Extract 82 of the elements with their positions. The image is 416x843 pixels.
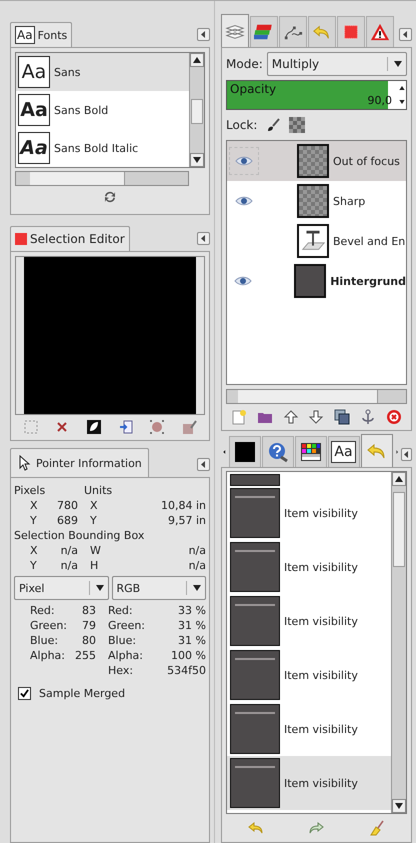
- font-preview: Aa: [18, 94, 50, 126]
- axis-label: W: [90, 544, 101, 557]
- value-text: n/a: [188, 544, 206, 557]
- layer-row[interactable]: Sharp: [227, 181, 406, 221]
- layer-name: Hintergrund: [330, 274, 406, 288]
- tab-label: Pointer Information: [36, 456, 142, 470]
- undo-label: Item visibility: [284, 506, 358, 520]
- value-text: n/a: [60, 544, 78, 557]
- value-text: n/a: [60, 559, 78, 572]
- undo-item[interactable]: Item visibility: [227, 702, 391, 756]
- layer-row[interactable]: Bevel and En: [227, 221, 406, 261]
- value-text: 31 %: [177, 619, 206, 632]
- undo-item[interactable]: Item visibility: [227, 756, 391, 810]
- value-text: 80: [81, 634, 96, 647]
- undo-item[interactable]: Item visibility: [227, 486, 391, 540]
- undo-label: Item visibility: [284, 776, 358, 790]
- font-preview: Aa: [18, 56, 50, 88]
- mode-dropdown[interactable]: RGB: [112, 576, 206, 600]
- axis-label: X: [90, 499, 98, 512]
- value-text: 780: [57, 499, 78, 512]
- undo-item[interactable]: Item visibility: [227, 540, 391, 594]
- axis-label: Y: [90, 514, 97, 527]
- channel-label: Green:: [108, 619, 146, 632]
- channel-label: Red:: [30, 604, 56, 617]
- value-text: n/a: [188, 559, 206, 572]
- value-text: 83: [81, 604, 96, 617]
- mode-dropdown[interactable]: Multiply: [266, 52, 407, 76]
- channel-label: Alpha:: [30, 649, 66, 662]
- channel-label: Red:: [108, 604, 134, 617]
- value-text: 33 %: [177, 604, 206, 617]
- section-heading: Units: [84, 484, 112, 497]
- font-name: Sans: [54, 66, 80, 78]
- value-text: 79: [81, 619, 96, 632]
- axis-label: Y: [30, 514, 37, 527]
- font-icon: Aa: [331, 441, 356, 463]
- layer-name: Out of focus: [333, 154, 400, 168]
- channel-label: Blue:: [30, 634, 60, 647]
- font-item[interactable]: Aa Sans Bold: [16, 91, 189, 129]
- undo-label: Item visibility: [284, 668, 358, 682]
- font-item[interactable]: Aa Sans: [16, 53, 189, 91]
- value-text: 100 %: [170, 649, 206, 662]
- font-tab[interactable]: Aa: [328, 436, 360, 467]
- opacity-label: Opacity: [229, 81, 278, 97]
- mode-label: Mode:: [226, 57, 263, 71]
- value-text: 689: [57, 514, 78, 527]
- axis-label: X: [30, 499, 38, 512]
- layer-row[interactable]: Hintergrund: [227, 261, 406, 301]
- layer-name: Bevel and En: [333, 234, 406, 248]
- value-text: 9,57 in: [168, 514, 206, 527]
- value-text: 534f50: [166, 664, 206, 677]
- value-text: 10,84 in: [160, 499, 206, 512]
- font-preview: Aa: [18, 132, 50, 164]
- selection-editor-tab[interactable]: Selection Editor: [10, 226, 130, 251]
- undo-item[interactable]: Item visibility: [227, 648, 391, 702]
- undo-label: Item visibility: [284, 560, 358, 574]
- section-heading: Selection Bounding Box: [14, 529, 144, 542]
- value-text: 31 %: [177, 634, 206, 647]
- section-heading: Pixels: [14, 484, 46, 497]
- axis-label: Y: [30, 559, 37, 572]
- channel-label: Blue:: [108, 634, 138, 647]
- pointer-information-tab[interactable]: Pointer Information: [10, 448, 149, 477]
- layer-row[interactable]: Out of focus: [227, 141, 406, 181]
- undo-label: Item visibility: [284, 722, 358, 736]
- tab-label: Selection Editor: [30, 232, 125, 246]
- font-icon: Aa: [15, 26, 35, 44]
- channel-label: Green:: [30, 619, 68, 632]
- checkbox-label: Sample Merged: [39, 687, 126, 700]
- font-item[interactable]: Aa Sans Bold Italic: [16, 129, 189, 167]
- mode-dropdown[interactable]: Pixel: [14, 576, 108, 600]
- channel-label: Alpha:: [108, 649, 144, 662]
- layer-name: Sharp: [333, 194, 366, 208]
- undo-label: Item visibility: [284, 614, 358, 628]
- value-text: 255: [75, 649, 96, 662]
- font-name: Sans Bold Italic: [54, 142, 138, 154]
- tab-label: Fonts: [38, 28, 68, 42]
- axis-label: H: [90, 559, 98, 572]
- lock-label: Lock:: [226, 118, 258, 132]
- undo-item[interactable]: Item visibility: [227, 594, 391, 648]
- fonts-tab[interactable]: Aa Fonts: [10, 22, 72, 47]
- font-name: Sans Bold: [54, 104, 108, 116]
- axis-label: X: [30, 544, 38, 557]
- channel-label: Hex:: [108, 664, 134, 677]
